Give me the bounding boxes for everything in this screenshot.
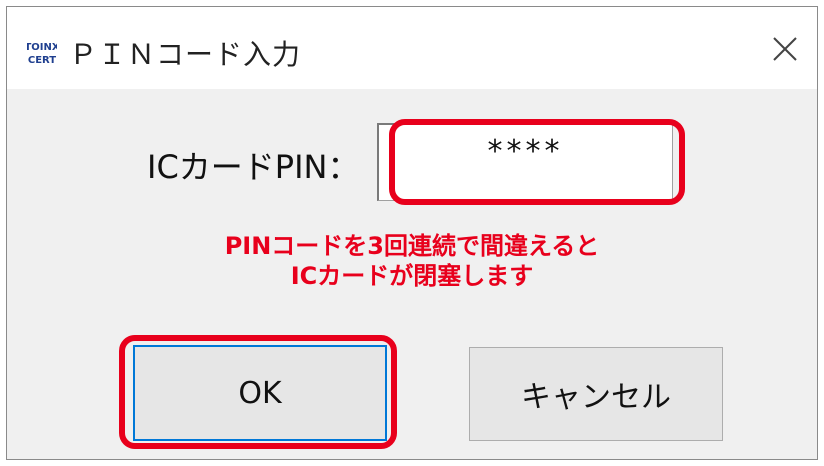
ok-button[interactable]: OK (133, 345, 387, 441)
logo-line1: TOINX (27, 42, 57, 53)
dialog-content: ICカードPIN： PINコードを3回連続で間違えると ICカードが閉塞します … (7, 89, 817, 459)
pin-label: ICカードPIN： (147, 148, 360, 186)
toinx-cert-logo-icon: TOINX CERT (27, 42, 57, 66)
warning-line-2: ICカードが閉塞します (290, 262, 534, 290)
warning-message: PINコードを3回連続で間違えると ICカードが閉塞します (7, 231, 817, 291)
close-button[interactable] (765, 29, 805, 69)
title-bar: TOINX CERT ＰＩＮコード入力 (7, 7, 817, 89)
pin-dialog: TOINX CERT ＰＩＮコード入力 ICカードPIN： PINコードを3回連… (6, 6, 818, 460)
warning-line-1: PINコードを3回連続で間違えると (224, 232, 600, 260)
window-title: ＰＩＮコード入力 (69, 38, 302, 71)
cancel-button[interactable]: キャンセル (469, 347, 723, 441)
close-icon (773, 37, 797, 61)
pin-input[interactable] (377, 123, 673, 201)
logo-line2: CERT (28, 55, 56, 66)
